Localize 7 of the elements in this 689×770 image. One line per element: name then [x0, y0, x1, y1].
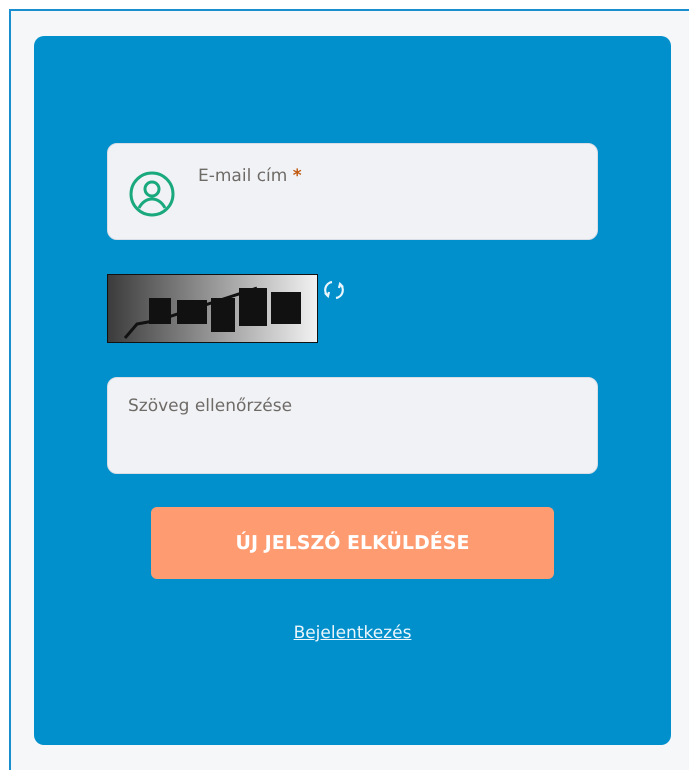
field-label: E-mail cím * [198, 166, 302, 186]
user-icon [128, 170, 176, 218]
verify-field[interactable]: Szöveg ellenőrzése [107, 377, 598, 474]
submit-button[interactable]: ÚJ JELSZÓ ELKÜLDÉSE [151, 507, 554, 579]
refresh-icon[interactable] [322, 278, 346, 302]
email-field[interactable]: E-mail cím * [107, 143, 598, 240]
login-link[interactable]: Bejelentkezés [294, 623, 412, 643]
